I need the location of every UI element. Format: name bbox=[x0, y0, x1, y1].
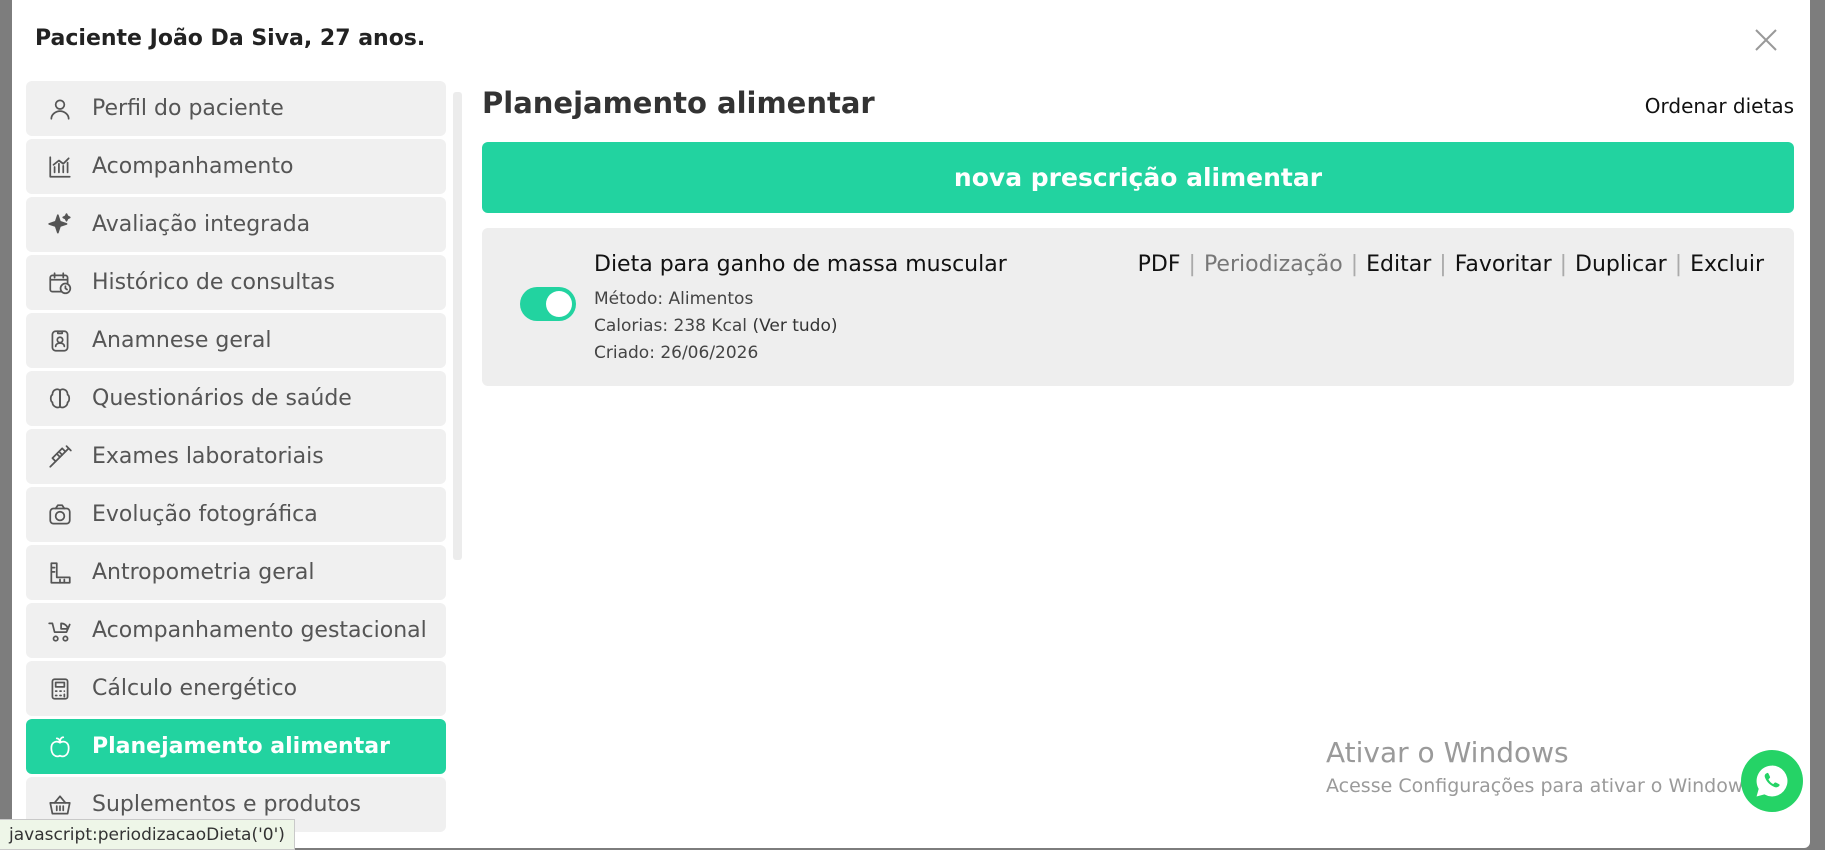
diet-method: Método: Alimentos bbox=[594, 289, 754, 309]
basket-icon bbox=[46, 791, 74, 819]
close-icon bbox=[1755, 29, 1777, 51]
sidebar-scrollbar[interactable] bbox=[453, 92, 462, 560]
sidebar-item-avaliacao[interactable]: Avaliação integrada bbox=[26, 197, 446, 252]
page-title: Planejamento alimentar bbox=[482, 86, 875, 120]
watermark-title: Ativar o Windows bbox=[1326, 736, 1569, 769]
sidebar-item-antropometria[interactable]: Antropometria geral bbox=[26, 545, 446, 600]
favorite-link[interactable]: Favoritar bbox=[1455, 252, 1552, 277]
patient-modal: Paciente João Da Siva, 27 anos. Perfil d… bbox=[12, 0, 1810, 848]
sidebar-item-calculo[interactable]: Cálculo energético bbox=[26, 661, 446, 716]
whatsapp-icon bbox=[1756, 765, 1788, 797]
separator: | bbox=[1439, 252, 1447, 277]
watermark-subtitle: Acesse Configurações para ativar o Windo… bbox=[1326, 775, 1760, 797]
separator: | bbox=[1350, 252, 1359, 277]
sidebar-item-label: Cálculo energético bbox=[92, 676, 298, 701]
diet-created: Criado: 26/06/2026 bbox=[594, 343, 759, 363]
windows-activation-watermark: Ativar o Windows Acesse Configurações pa… bbox=[1326, 736, 1759, 797]
sidebar-item-label: Planejamento alimentar bbox=[92, 734, 390, 759]
sidebar-item-planejamento[interactable]: Planejamento alimentar bbox=[26, 719, 446, 774]
sidebar-item-anamnese[interactable]: Anamnese geral bbox=[26, 313, 446, 368]
diet-details: Método: Alimentos Calorias: 238 Kcal (Ve… bbox=[594, 286, 838, 367]
new-prescription-button[interactable]: nova prescrição alimentar bbox=[482, 142, 1794, 213]
stroller-icon bbox=[46, 617, 74, 645]
sidebar-item-label: Antropometria geral bbox=[92, 560, 315, 585]
brain-icon bbox=[46, 385, 74, 413]
camera-icon bbox=[46, 501, 74, 529]
diet-active-toggle[interactable] bbox=[520, 287, 576, 321]
sidebar-item-label: Acompanhamento bbox=[92, 154, 294, 179]
sidebar-item-evolucao[interactable]: Evolução fotográfica bbox=[26, 487, 446, 542]
ruler-icon bbox=[46, 559, 74, 587]
order-diets-link[interactable]: Ordenar dietas bbox=[1645, 94, 1794, 118]
close-button[interactable] bbox=[1750, 24, 1782, 56]
whatsapp-button[interactable] bbox=[1741, 750, 1803, 812]
duplicate-link[interactable]: Duplicar bbox=[1575, 252, 1667, 277]
sidebar-item-gestacional[interactable]: Acompanhamento gestacional bbox=[26, 603, 446, 658]
separator: | bbox=[1559, 252, 1568, 277]
diet-calories-line: Calorias: 238 Kcal (Ver tudo) bbox=[594, 313, 838, 340]
see-all-link[interactable]: (Ver tudo) bbox=[752, 316, 837, 336]
delete-link[interactable]: Excluir bbox=[1690, 252, 1764, 277]
sidebar: Perfil do paciente Acompanhamento Avalia… bbox=[26, 81, 446, 835]
id-badge-icon bbox=[46, 327, 74, 355]
sidebar-item-label: Evolução fotográfica bbox=[92, 502, 318, 527]
sidebar-item-label: Suplementos e produtos bbox=[92, 792, 361, 817]
separator: | bbox=[1674, 252, 1683, 277]
edit-link[interactable]: Editar bbox=[1366, 252, 1431, 277]
separator: | bbox=[1188, 252, 1196, 277]
user-icon bbox=[46, 95, 74, 123]
sidebar-item-label: Anamnese geral bbox=[92, 328, 272, 353]
pdf-link[interactable]: PDF bbox=[1138, 252, 1181, 277]
sidebar-item-exames[interactable]: Exames laboratoriais bbox=[26, 429, 446, 484]
sidebar-item-label: Perfil do paciente bbox=[92, 96, 284, 121]
calendar-clock-icon bbox=[46, 269, 74, 297]
sidebar-item-label: Questionários de saúde bbox=[92, 386, 352, 411]
sidebar-item-label: Histórico de consultas bbox=[92, 270, 335, 295]
toggle-knob bbox=[546, 291, 572, 317]
syringe-icon bbox=[46, 443, 74, 471]
status-bar-url: javascript:periodizacaoDieta('0') bbox=[0, 819, 295, 850]
diet-name: Dieta para ganho de massa muscular bbox=[594, 252, 1007, 277]
diet-actions: PDF | Periodização | Editar | Favoritar … bbox=[1138, 252, 1764, 277]
sidebar-item-questionarios[interactable]: Questionários de saúde bbox=[26, 371, 446, 426]
diet-calories: Calorias: 238 Kcal bbox=[594, 316, 748, 336]
sidebar-item-label: Exames laboratoriais bbox=[92, 444, 324, 469]
sparkles-icon bbox=[46, 211, 74, 239]
sidebar-item-label: Avaliação integrada bbox=[92, 212, 311, 237]
sidebar-item-historico[interactable]: Histórico de consultas bbox=[26, 255, 446, 310]
calculator-icon bbox=[46, 675, 74, 703]
sidebar-item-perfil[interactable]: Perfil do paciente bbox=[26, 81, 446, 136]
apple-icon bbox=[46, 733, 74, 761]
sidebar-item-label: Acompanhamento gestacional bbox=[92, 618, 427, 643]
modal-title: Paciente João Da Siva, 27 anos. bbox=[35, 26, 426, 51]
sidebar-item-acompanhamento[interactable]: Acompanhamento bbox=[26, 139, 446, 194]
periodization-link[interactable]: Periodização bbox=[1204, 252, 1343, 277]
diet-card: Dieta para ganho de massa muscular Métod… bbox=[482, 228, 1794, 386]
chart-icon bbox=[46, 153, 74, 181]
